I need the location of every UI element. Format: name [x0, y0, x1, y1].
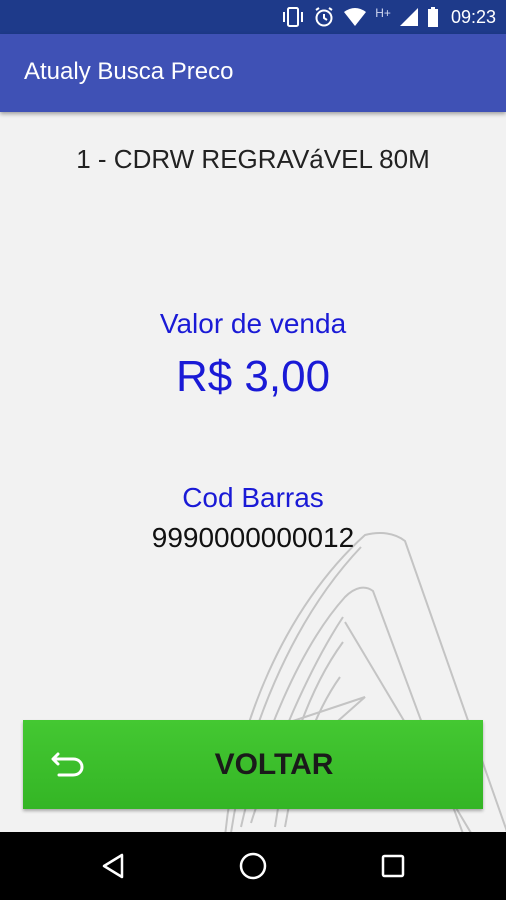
alarm-icon	[313, 6, 335, 28]
back-triangle-icon	[102, 853, 124, 879]
wifi-icon	[343, 7, 367, 27]
clock: 09:23	[450, 6, 496, 27]
product-name: 1 - CDRW REGRAVáVEL 80M	[76, 144, 430, 174]
app-title: Atualy Busca Preco	[24, 58, 234, 85]
nav-recent-button[interactable]	[373, 846, 413, 886]
home-circle-icon	[239, 852, 267, 880]
price-value: R$ 3,00	[175, 352, 331, 401]
network-type-label: H+	[375, 6, 391, 20]
nav-home-button[interactable]	[233, 846, 273, 886]
status-bar: H+ 09:23	[0, 0, 506, 34]
nav-back-button[interactable]	[94, 846, 134, 886]
back-button[interactable]: VOLTAR	[23, 720, 483, 809]
barcode-label: Cod Barras	[182, 482, 324, 513]
price-label: Valor de venda	[159, 308, 347, 339]
barcode-value: 9990000000012	[151, 522, 355, 553]
status-icons: H+ 09:23	[281, 0, 496, 34]
navigation-bar	[0, 832, 506, 900]
battery-icon	[427, 6, 439, 28]
recent-square-icon	[381, 854, 405, 878]
vibrate-icon	[281, 6, 305, 28]
product-details: 1 - CDRW REGRAVáVEL 80M Valor de venda R…	[0, 112, 506, 832]
back-button-label: VOLTAR	[214, 748, 334, 781]
signal-icon	[399, 7, 419, 27]
app-bar: Atualy Busca Preco	[0, 34, 506, 112]
